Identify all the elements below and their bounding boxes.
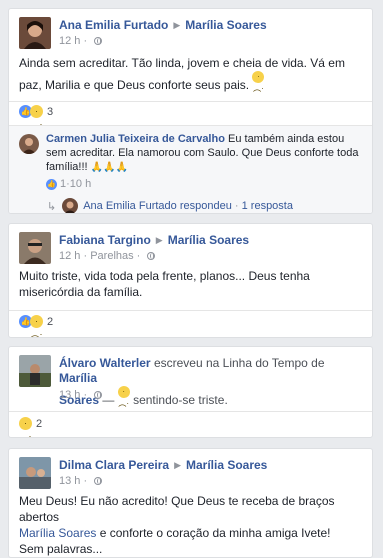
- author-name[interactable]: Dilma Clara Pereira: [59, 458, 169, 472]
- avatar[interactable]: [19, 134, 39, 154]
- post-meta: 13 h ·: [59, 389, 103, 401]
- post-header: Álvaro Walterler escreveu na Linha do Te…: [59, 356, 325, 408]
- globe-icon: [94, 37, 103, 45]
- sad-face-icon: ·︵·: [19, 417, 32, 438]
- timestamp[interactable]: 13 h: [59, 389, 80, 401]
- author-name[interactable]: Fabiana Targino: [59, 233, 151, 247]
- avatar: [62, 198, 79, 213]
- sad-face-icon: ·︵·: [30, 315, 43, 338]
- sad-face-icon: ·︵·: [252, 71, 265, 93]
- target-name[interactable]: Marília Soares: [186, 458, 267, 472]
- post-header: Fabiana Targino ▶ Marília Soares: [59, 233, 249, 247]
- author-name[interactable]: Álvaro Walterler: [59, 356, 151, 370]
- target-name[interactable]: Marília Soares: [168, 233, 249, 247]
- post-text: Meu Deus! Eu não acredito! Que Deus te r…: [19, 494, 335, 556]
- location[interactable]: Parelhas: [90, 250, 133, 262]
- reaction-summary[interactable]: ·︵· 2: [19, 417, 43, 438]
- timestamp[interactable]: 12 h: [59, 250, 80, 262]
- avatar[interactable]: [19, 355, 51, 387]
- avatar[interactable]: [19, 457, 51, 489]
- prayer-emojis: 🙏🙏🙏: [90, 162, 128, 173]
- reaction-count: 3: [47, 105, 54, 118]
- globe-icon: [94, 477, 103, 485]
- reply-arrow-icon: ↳: [47, 200, 57, 213]
- post-card: Fabiana Targino ▶ Marília Soares 12 h · Pa…: [8, 223, 373, 338]
- timestamp[interactable]: 12 h: [59, 35, 80, 47]
- reaction-count: 2: [36, 417, 43, 430]
- reply-count: 1 resposta: [241, 200, 293, 212]
- reply-author: Ana Emilia Furtado: [83, 200, 177, 212]
- post-card: Álvaro Walterler escreveu na Linha do Te…: [8, 346, 373, 438]
- thumbs-up-icon: 👍: [46, 178, 57, 190]
- post-card: Dilma Clara Pereira ▶ Marília Soares 13 h …: [8, 448, 373, 558]
- arrow-icon: ▶: [174, 460, 181, 470]
- post-text: Muito triste, vida toda pela frente, pla…: [19, 269, 310, 299]
- author-name[interactable]: Ana Emilia Furtado: [59, 18, 168, 32]
- comment-time[interactable]: 10 h: [70, 177, 91, 191]
- sad-face-icon: ·︵·: [117, 386, 130, 408]
- sad-face-icon: ·︵·: [30, 105, 43, 129]
- target-name[interactable]: Marília: [59, 371, 97, 385]
- avatar[interactable]: [19, 232, 51, 264]
- post-meta: 12 h ·: [59, 35, 103, 47]
- reaction-count: 2: [47, 315, 54, 328]
- avatar[interactable]: [19, 17, 51, 49]
- reaction-summary[interactable]: 👍 ·︵· 2: [19, 315, 54, 338]
- post-text: Ainda sem acreditar. Tão linda, jovem e …: [19, 56, 345, 93]
- comment-meta: 👍 1 · 10 h: [46, 177, 92, 191]
- post-card: Ana Emilia Furtado ▶ Marília Soares 12 h ·…: [8, 8, 373, 214]
- post-meta: 12 h · Parelhas ·: [59, 250, 156, 262]
- post-meta: 13 h ·: [59, 475, 103, 487]
- arrow-icon: ▶: [173, 20, 181, 30]
- timestamp[interactable]: 13 h: [59, 475, 80, 487]
- comment-author[interactable]: Carmen Julia Teixeira de Carvalho: [46, 133, 225, 145]
- reply-link[interactable]: ↳ Ana Emilia Furtado respondeu · 1 respo…: [47, 198, 293, 213]
- feeling-text: sentindo-se triste.: [133, 393, 228, 407]
- target-name[interactable]: Marília Soares: [185, 18, 266, 32]
- reaction-summary[interactable]: 👍 ·︵· 3: [19, 105, 54, 129]
- globe-icon: [94, 391, 103, 399]
- post-verb: escreveu na Linha do Tempo de: [153, 356, 325, 370]
- post-header: Ana Emilia Furtado ▶ Marília Soares: [59, 18, 267, 32]
- arrow-icon: ▶: [155, 235, 163, 245]
- mention-link[interactable]: Marília Soares: [19, 526, 96, 540]
- globe-icon: [147, 252, 156, 260]
- reply-verb: respondeu: [179, 200, 232, 212]
- post-header: Dilma Clara Pereira ▶ Marília Soares: [59, 458, 267, 472]
